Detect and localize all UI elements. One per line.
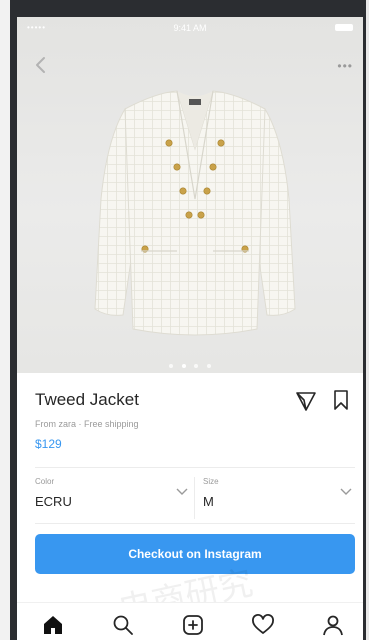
home-icon[interactable]: [41, 613, 65, 637]
carousel-dot: [194, 364, 199, 368]
chevron-down-icon: [176, 488, 188, 495]
bookmark-icon[interactable]: [332, 389, 350, 411]
checkout-button-label: Checkout on Instagram: [128, 547, 262, 561]
direct-share-icon[interactable]: [295, 390, 317, 412]
product-title: Tweed Jacket: [35, 390, 139, 409]
color-value: ECRU: [35, 494, 72, 509]
chevron-down-icon: [340, 488, 352, 495]
bottom-tab-bar: [17, 602, 363, 640]
heart-icon[interactable]: [251, 613, 275, 637]
product-subtitle: From zara · Free shipping: [35, 419, 139, 429]
status-time: 9:41 AM: [173, 23, 207, 33]
carousel-dots: [17, 355, 363, 373]
product-image: [94, 90, 296, 336]
carousel-dot: [169, 364, 174, 368]
status-bar: ••••• 9:41 AM: [17, 17, 363, 39]
option-separator: [194, 477, 195, 519]
chevron-left-icon[interactable]: [31, 55, 51, 75]
size-value: M: [203, 494, 214, 509]
add-post-icon[interactable]: [181, 613, 205, 637]
color-label: Color: [35, 477, 55, 486]
carousel-dot: [206, 364, 211, 368]
checkout-button[interactable]: Checkout on Instagram: [35, 534, 355, 574]
carousel-dot-active: [181, 364, 186, 368]
product-image-carousel[interactable]: ••••• 9:41 AM •••: [17, 17, 363, 373]
divider: [35, 523, 355, 524]
phone-screen: ••••• 9:41 AM ••• Tweed Jacket From zara…: [17, 17, 363, 640]
divider: [35, 467, 355, 468]
more-dots-icon[interactable]: •••: [337, 59, 353, 73]
product-price: $129: [35, 437, 62, 451]
size-label: Size: [203, 477, 219, 486]
color-select[interactable]: Color ECRU: [35, 475, 195, 521]
search-icon[interactable]: [111, 613, 135, 637]
size-select[interactable]: Size M: [203, 475, 355, 521]
profile-icon[interactable]: [321, 613, 345, 637]
device-frame-left: [0, 0, 17, 640]
device-frame-top: [10, 0, 363, 17]
battery-icon: [335, 24, 353, 31]
